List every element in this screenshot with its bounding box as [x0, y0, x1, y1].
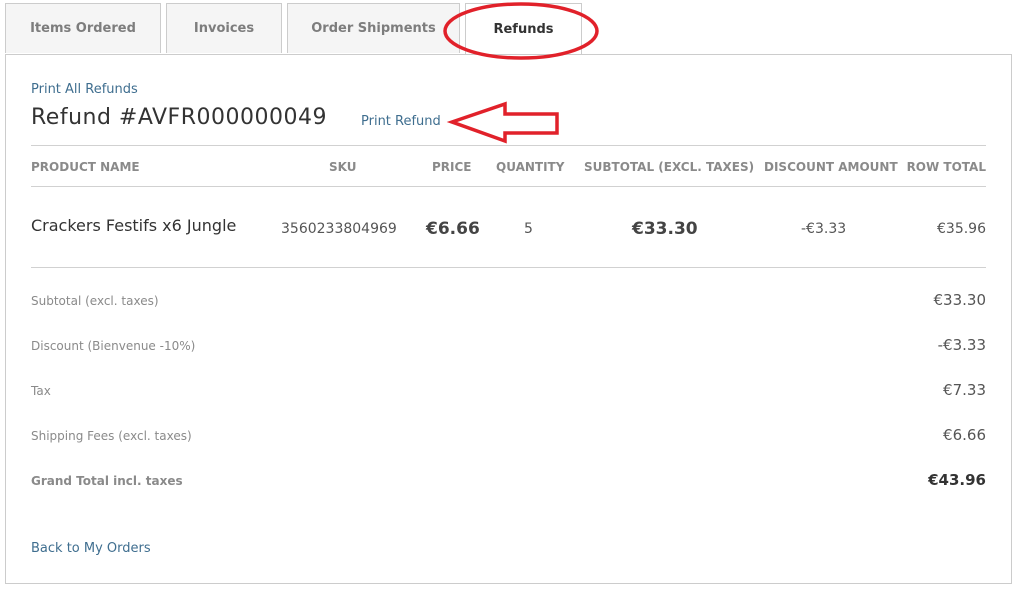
- col-header-discount: DISCOUNT AMOUNT: [764, 160, 898, 174]
- divider: [31, 186, 986, 187]
- print-all-refunds-link[interactable]: Print All Refunds: [31, 82, 138, 97]
- tab-label: Items Ordered: [30, 21, 136, 36]
- tab-items-ordered[interactable]: Items Ordered: [5, 3, 161, 53]
- product-sku: 3560233804969: [281, 221, 397, 237]
- tab-label: Order Shipments: [311, 21, 436, 36]
- discount-label: Discount (Bienvenue -10%): [31, 339, 196, 353]
- grand-total-value: €43.96: [928, 471, 986, 489]
- product-row-total: €35.96: [937, 221, 986, 237]
- tab-label: Refunds: [493, 22, 554, 37]
- tab-invoices[interactable]: Invoices: [166, 3, 282, 53]
- subtotal-value: €33.30: [933, 291, 987, 309]
- divider: [31, 267, 986, 268]
- refunds-panel: [5, 54, 1012, 584]
- back-to-my-orders-link[interactable]: Back to My Orders: [31, 541, 151, 556]
- product-name: Crackers Festifs x6 Jungle: [31, 216, 237, 235]
- product-subtotal: €33.30: [632, 219, 698, 239]
- shipping-fees-label: Shipping Fees (excl. taxes): [31, 429, 192, 443]
- grand-total-label: Grand Total incl. taxes: [31, 474, 183, 488]
- col-header-subtotal: SUBTOTAL (EXCL. TAXES): [584, 160, 755, 174]
- col-header-price: PRICE: [432, 160, 472, 174]
- product-discount: -€3.33: [801, 221, 847, 237]
- shipping-fees-value: €6.66: [943, 426, 986, 444]
- col-header-sku: SKU: [329, 160, 357, 174]
- refund-title: Refund #AVFR000000049: [31, 105, 327, 130]
- col-header-quantity: QUANTITY: [496, 160, 565, 174]
- col-header-product: PRODUCT NAME: [31, 160, 140, 174]
- subtotal-label: Subtotal (excl. taxes): [31, 294, 159, 308]
- col-header-row-total: ROW TOTAL: [906, 160, 986, 174]
- tab-refunds[interactable]: Refunds: [465, 3, 582, 55]
- tax-label: Tax: [31, 384, 51, 398]
- product-price: €6.66: [426, 219, 480, 239]
- tax-value: €7.33: [943, 381, 986, 399]
- tab-order-shipments[interactable]: Order Shipments: [287, 3, 460, 53]
- print-refund-link[interactable]: Print Refund: [361, 114, 441, 129]
- product-quantity: 5: [524, 221, 533, 237]
- divider: [31, 145, 986, 146]
- tab-label: Invoices: [193, 21, 255, 36]
- discount-value: -€3.33: [937, 336, 986, 354]
